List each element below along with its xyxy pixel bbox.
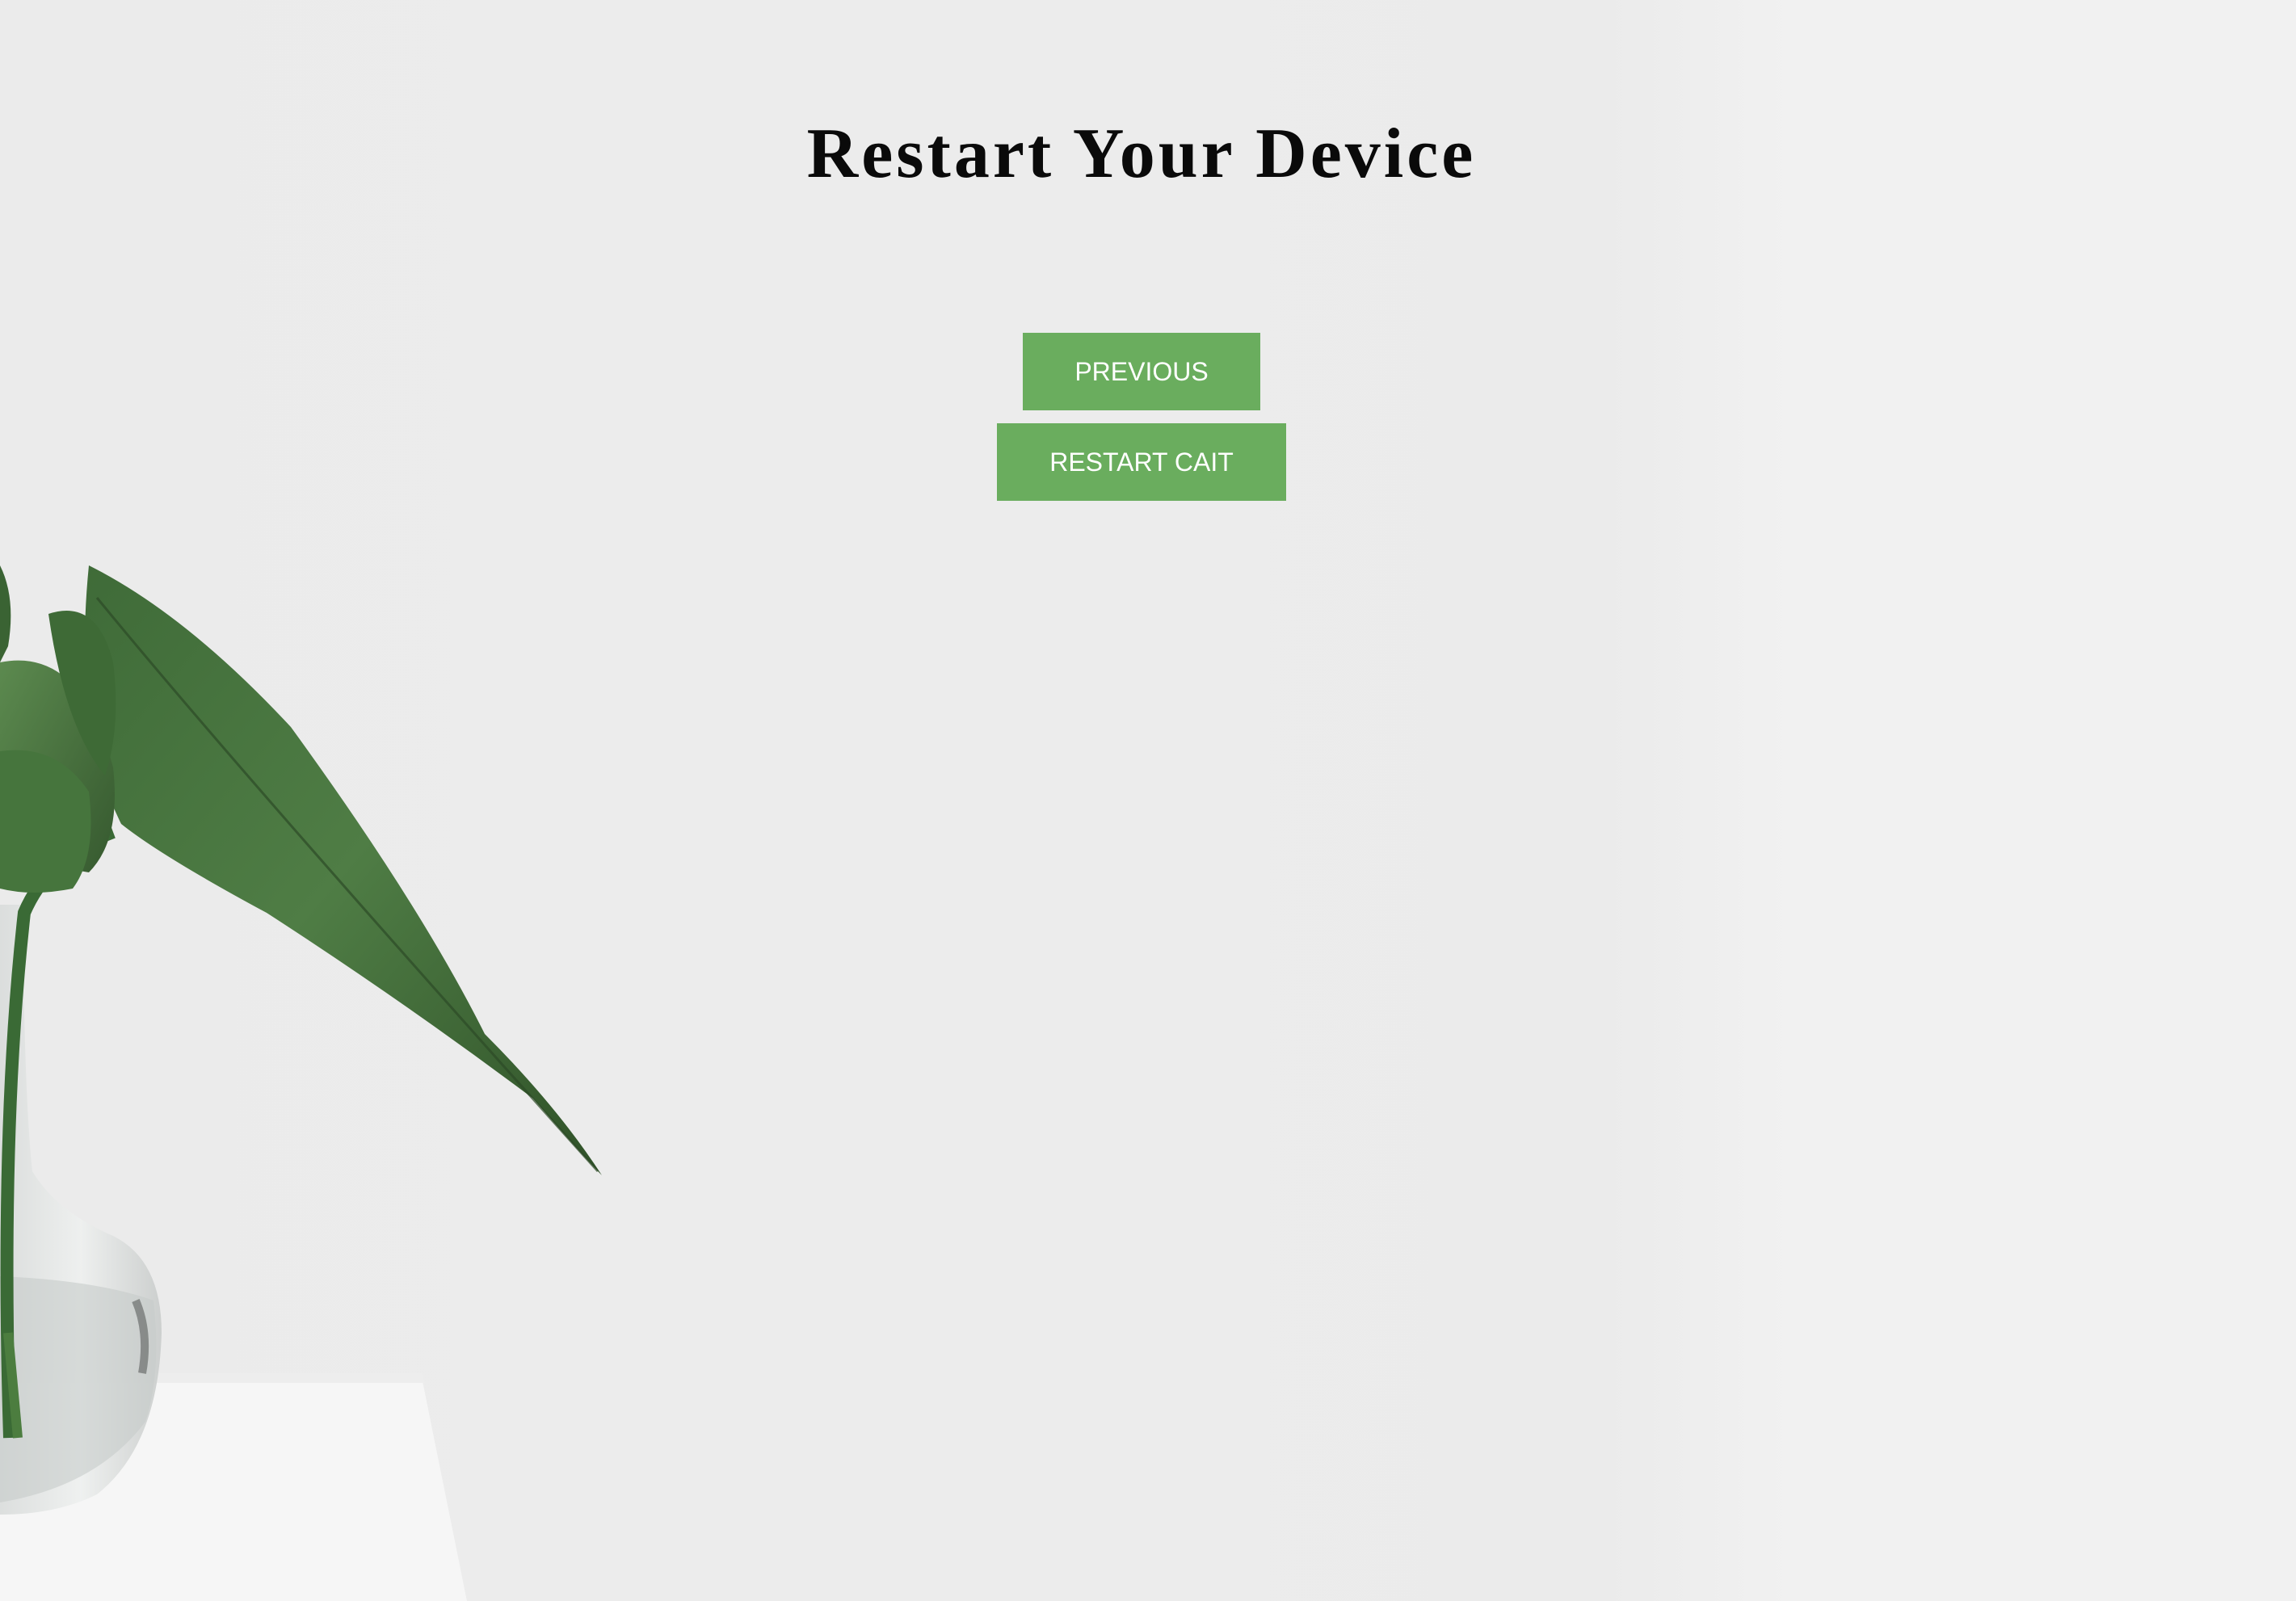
previous-button[interactable]: PREVIOUS [1023,333,1260,410]
plant-vase-background-image [0,565,602,1601]
restart-cait-button[interactable]: RESTART CAIT [997,423,1286,501]
page-title: Restart Your Device [806,115,1477,193]
